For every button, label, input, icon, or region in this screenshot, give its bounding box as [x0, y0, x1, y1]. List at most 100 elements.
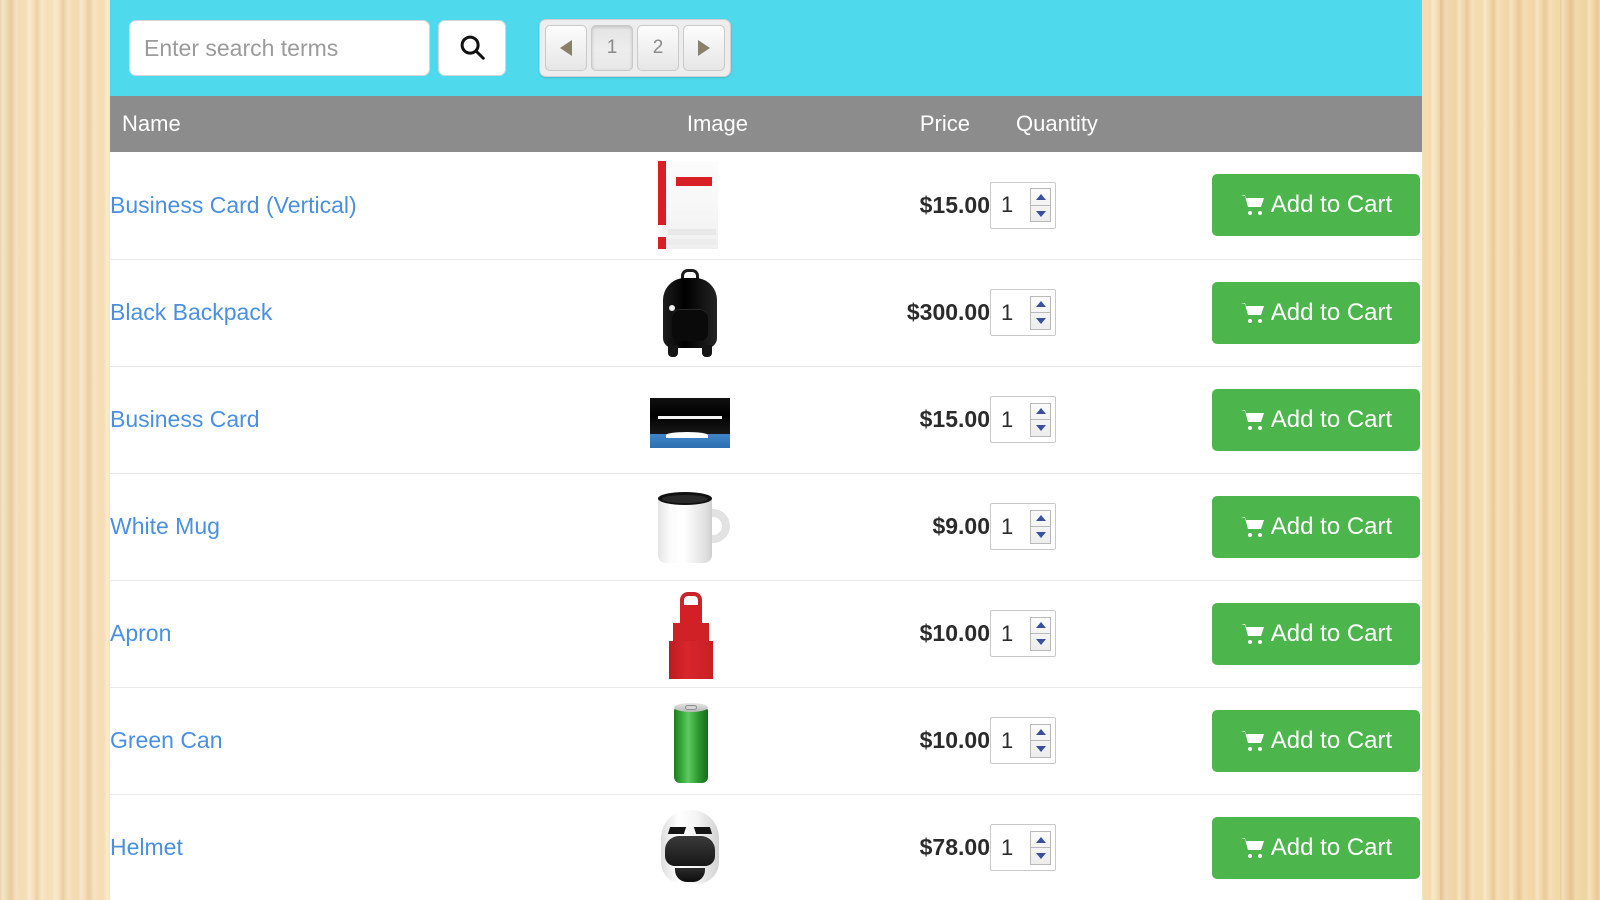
pagination-next-button[interactable]	[683, 25, 725, 71]
triangle-down-icon	[1035, 317, 1046, 324]
add-to-cart-label: Add to Cart	[1270, 619, 1393, 647]
quantity-input[interactable]	[991, 619, 1030, 648]
add-to-cart-button[interactable]: Add to Cart	[1212, 709, 1420, 772]
triangle-down-icon	[1035, 531, 1046, 538]
shopping-cart-icon	[1240, 729, 1266, 753]
cell-name: Black Backpack	[110, 258, 570, 366]
cell-name: White Mug	[110, 472, 570, 580]
search-icon	[457, 32, 487, 65]
quantity-spinner[interactable]	[1030, 188, 1051, 223]
cell-action: Add to Cart	[1190, 258, 1422, 366]
quantity-increment-button[interactable]	[1031, 832, 1050, 849]
quantity-stepper[interactable]	[990, 824, 1056, 872]
cell-image	[570, 152, 810, 259]
add-to-cart-label: Add to Cart	[1270, 512, 1393, 540]
pagination-page-1-button[interactable]: 1	[591, 25, 633, 71]
quantity-decrement-button[interactable]	[1031, 313, 1050, 329]
product-link[interactable]: Business Card (Vertical)	[110, 192, 357, 218]
add-to-cart-button[interactable]: Add to Cart	[1212, 816, 1420, 879]
quantity-stepper[interactable]	[990, 289, 1056, 336]
quantity-input[interactable]	[991, 833, 1030, 862]
quantity-input[interactable]	[991, 191, 1030, 220]
quantity-stepper[interactable]	[990, 181, 1056, 229]
product-link[interactable]: Black Backpack	[110, 299, 272, 325]
quantity-spinner[interactable]	[1030, 830, 1051, 865]
cell-action: Add to Cart	[1190, 152, 1422, 259]
add-to-cart-label: Add to Cart	[1270, 726, 1393, 754]
add-to-cart-label: Add to Cart	[1270, 298, 1393, 326]
black-backpack-thumbnail	[644, 265, 736, 361]
quantity-decrement-button[interactable]	[1031, 527, 1050, 543]
add-to-cart-button[interactable]: Add to Cart	[1212, 281, 1420, 344]
table-row: Green Can $10.00 1 Add to Cart	[110, 686, 1422, 794]
table-row: Business Card (Vertical) $15.00 1 Add to…	[110, 152, 1422, 259]
apron-thumbnail	[644, 586, 736, 682]
quantity-increment-button[interactable]	[1031, 297, 1050, 313]
quantity-increment-button[interactable]	[1031, 725, 1050, 741]
quantity-spinner[interactable]	[1030, 295, 1051, 330]
add-to-cart-button[interactable]: Add to Cart	[1212, 174, 1420, 237]
shopping-cart-icon	[1240, 622, 1266, 646]
cell-image	[570, 686, 810, 794]
cell-quantity	[990, 258, 1190, 366]
quantity-increment-button[interactable]	[1031, 404, 1050, 420]
quantity-spinner[interactable]	[1030, 723, 1051, 758]
cell-image	[570, 472, 810, 580]
cell-action: Add to Cart	[1190, 579, 1422, 687]
triangle-up-icon	[1035, 836, 1046, 843]
cell-price: $300.00	[810, 258, 990, 366]
table-row: Business Card $15.00 1 Add to Cart	[110, 365, 1422, 473]
quantity-increment-button[interactable]	[1031, 511, 1050, 527]
cell-price: $15.00	[810, 365, 990, 473]
pagination-page-2-button[interactable]: 2	[637, 25, 679, 71]
column-header-quantity: Quantity	[990, 96, 1190, 152]
quantity-stepper[interactable]	[990, 717, 1056, 764]
quantity-spinner[interactable]	[1030, 616, 1051, 651]
add-to-cart-button[interactable]: Add to Cart	[1212, 602, 1420, 665]
quantity-increment-button[interactable]	[1031, 189, 1050, 206]
product-link[interactable]: Green Can	[110, 727, 223, 753]
quantity-stepper[interactable]	[990, 503, 1056, 550]
shopping-cart-icon	[1240, 301, 1266, 325]
cell-action: Add to Cart	[1190, 472, 1422, 580]
cell-quantity	[990, 152, 1190, 259]
quantity-decrement-button[interactable]	[1031, 206, 1050, 222]
table-row: Helmet $78.00 1 Add to Cart	[110, 793, 1422, 900]
table-row: Apron $10.00 1 Add to Cart	[110, 579, 1422, 687]
search-toolbar: 1 2	[110, 0, 1422, 96]
product-link[interactable]: Helmet	[110, 834, 183, 860]
quantity-increment-button[interactable]	[1031, 618, 1050, 634]
cell-price: $10.00	[810, 579, 990, 687]
quantity-input[interactable]	[991, 405, 1030, 434]
quantity-input[interactable]	[991, 726, 1030, 755]
add-to-cart-button[interactable]: Add to Cart	[1212, 495, 1420, 558]
helmet-thumbnail	[644, 800, 736, 896]
product-link[interactable]: Apron	[110, 620, 171, 646]
quantity-input[interactable]	[991, 512, 1030, 541]
cell-name: Green Can	[110, 686, 570, 794]
product-link[interactable]: White Mug	[110, 513, 220, 539]
shopping-cart-icon	[1240, 193, 1266, 217]
table-header: Name Image Price Quantity	[110, 96, 1422, 152]
search-button[interactable]	[438, 20, 506, 76]
cell-action: Add to Cart	[1190, 686, 1422, 794]
quantity-input[interactable]	[991, 298, 1030, 327]
search-input[interactable]	[129, 20, 430, 76]
product-link[interactable]: Business Card	[110, 406, 260, 432]
column-header-price: Price	[810, 96, 990, 152]
quantity-decrement-button[interactable]	[1031, 848, 1050, 864]
column-header-action	[1190, 96, 1422, 152]
quantity-decrement-button[interactable]	[1031, 420, 1050, 436]
add-to-cart-button[interactable]: Add to Cart	[1212, 388, 1420, 451]
shopping-cart-icon	[1240, 836, 1266, 860]
product-table: Name Image Price Quantity Business Card …	[110, 96, 1422, 900]
quantity-stepper[interactable]	[990, 610, 1056, 657]
quantity-decrement-button[interactable]	[1031, 634, 1050, 650]
quantity-stepper[interactable]	[990, 396, 1056, 443]
quantity-spinner[interactable]	[1030, 509, 1051, 544]
triangle-up-icon	[1035, 622, 1046, 629]
pagination-prev-button[interactable]	[545, 25, 587, 71]
quantity-decrement-button[interactable]	[1031, 741, 1050, 757]
quantity-spinner[interactable]	[1030, 402, 1051, 437]
add-to-cart-label: Add to Cart	[1270, 833, 1393, 861]
